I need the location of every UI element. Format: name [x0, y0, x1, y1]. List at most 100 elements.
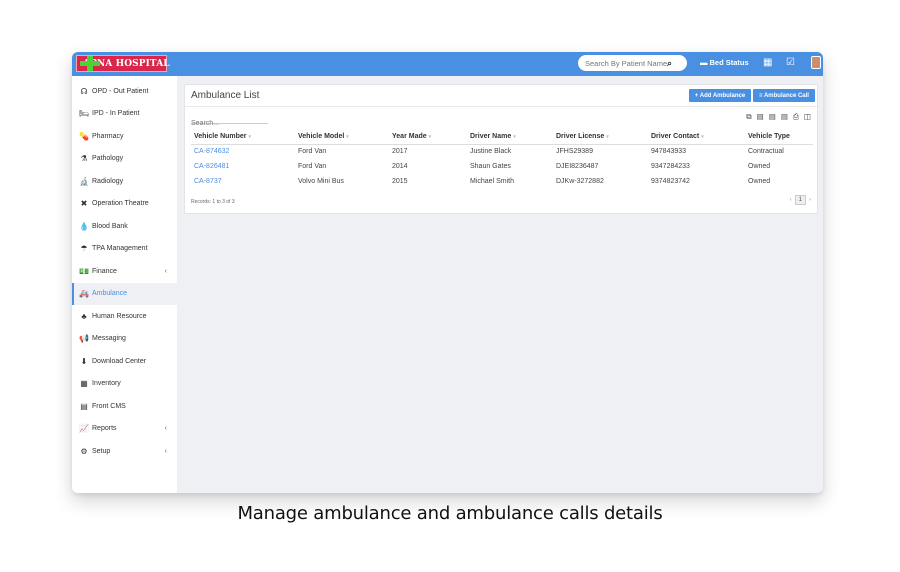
table-cell: 2015 [392, 178, 408, 185]
task-check-icon[interactable]: ☑ [786, 57, 795, 68]
download-icon: ⬇ [80, 356, 88, 366]
table-row: CA-874632 Ford Van 2017 Justine Black JFHS29… [191, 144, 813, 159]
pdf-icon[interactable]: ▤ [781, 112, 788, 122]
sidebar-item-download-center[interactable]: ⬇ Download Center [72, 350, 177, 373]
sort-icon[interactable]: ▾ [606, 134, 609, 140]
gears-icon: ⚙ [80, 446, 88, 456]
table-row: CA-8737 Volvo Mini Bus 2015 Michael Smith DJ… [191, 174, 813, 189]
calendar-icon[interactable]: ▦ [763, 57, 772, 68]
patient-search-input[interactable] [585, 58, 667, 68]
table-cell: DJEI8236487 [556, 163, 599, 170]
table-cell: Owned [748, 178, 771, 185]
prev-page-icon[interactable]: ‹ [790, 197, 792, 203]
sidebar-item-front-cms[interactable]: ▤ Front CMS [72, 395, 177, 418]
page-current[interactable]: 1 [794, 195, 806, 205]
sidebar-item-label: Operation Theatre [92, 200, 149, 208]
bed-status-label: Bed Status [709, 58, 749, 67]
sidebar-item-opd-out-patient[interactable]: ☊ OPD - Out Patient [72, 80, 177, 103]
sidebar-item-reports[interactable]: 📈 Reports ‹ [72, 418, 177, 441]
ambulance-call-button[interactable]: ≡ Ambulance Call [753, 89, 815, 102]
column-header[interactable]: Driver License ▾ [553, 129, 648, 145]
table-cell: Shaun Gates [470, 163, 511, 170]
sort-icon[interactable]: ▾ [429, 134, 432, 140]
chevron-left-icon: ‹ [164, 267, 167, 275]
table-cell: Ford Van [298, 163, 327, 170]
sidebar-item-pathology[interactable]: ⚗ Pathology [72, 148, 177, 171]
export-toolbar: ⧉ ▤ ▤ ▤ ⎙ ◫ [746, 112, 811, 122]
sidebar-item-radiology[interactable]: 🔬 Radiology [72, 170, 177, 193]
search-icon[interactable]: ⌕ [667, 58, 672, 69]
sidebar-item-label: Reports [92, 425, 117, 433]
column-header-label: Vehicle Number [194, 132, 247, 140]
sidebar-item-label: Finance [92, 267, 117, 275]
columns-icon[interactable]: ◫ [804, 112, 811, 122]
table-cell: Michael Smith [470, 178, 514, 185]
sidebar-item-pharmacy[interactable]: 💊 Pharmacy [72, 125, 177, 148]
table-cell: Owned [748, 163, 771, 170]
vehicle-number-link[interactable]: CA-874632 [191, 144, 295, 159]
sidebar-item-blood-bank[interactable]: 💧 Blood Bank [72, 215, 177, 238]
ambulance-table: Vehicle Number ▾ Vehicle Model ▾ Year Made ▾ D… [191, 129, 813, 189]
excel-icon[interactable]: ▤ [757, 112, 764, 122]
vehicle-number-link[interactable]: CA-826481 [191, 159, 295, 174]
sitemap-icon: ♣ [81, 311, 87, 321]
sidebar-item-ambulance[interactable]: 🚑 Ambulance [72, 282, 177, 305]
column-header-label: Vehicle Model [298, 132, 345, 140]
sidebar-item-human-resource[interactable]: ♣ Human Resource [72, 305, 177, 328]
sort-icon[interactable]: ▾ [346, 134, 349, 140]
vehicle-number-link[interactable]: CA-8737 [191, 174, 295, 189]
sidebar-item-label: Inventory [92, 380, 121, 388]
sidebar-item-operation-theatre[interactable]: ✖ Operation Theatre [72, 193, 177, 216]
table-search-input[interactable] [191, 120, 268, 127]
bed-status-link[interactable]: ▬ Bed Status [700, 58, 749, 67]
sidebar-item-ipd-in-patient[interactable]: 🛏 IPD - In Patient [72, 103, 177, 126]
column-header[interactable]: Vehicle Type [745, 129, 813, 145]
sidebar-item-label: OPD - Out Patient [92, 87, 149, 95]
chevron-left-icon: ‹ [164, 447, 167, 455]
sidebar-item-setup[interactable]: ⚙ Setup ‹ [72, 440, 177, 463]
sidebar-item-label: Blood Bank [92, 222, 128, 230]
table-row: CA-826481 Ford Van 2014 Shaun Gates DJEI8236… [191, 159, 813, 174]
megaphone-icon: 📢 [79, 334, 89, 344]
sort-icon[interactable]: ▾ [249, 134, 252, 140]
table-cell: Ford Van [298, 148, 327, 156]
blood-drop-icon: 💧 [79, 221, 89, 231]
hospital-logo[interactable]: APNA HOSPITAL [76, 55, 170, 72]
csv-icon[interactable]: ▤ [769, 112, 776, 122]
sidebar-item-label: TPA Management [92, 245, 148, 253]
column-header-label: Driver License [556, 132, 605, 140]
cms-icon: ▤ [80, 401, 88, 411]
avatar[interactable] [811, 56, 821, 69]
next-page-icon[interactable]: › [809, 197, 811, 203]
caption: Manage ambulance and ambulance calls det… [237, 503, 663, 524]
ambulance-list-panel: Ambulance List + Add Ambulance ≡ Ambulan… [184, 84, 818, 214]
truck-loading-icon: ▦ [80, 379, 88, 389]
sidebar-item-label: Setup [92, 447, 111, 455]
print-icon[interactable]: ⎙ [793, 112, 799, 122]
column-header[interactable]: Driver Name ▾ [467, 129, 553, 145]
table-cell: 2017 [392, 148, 408, 156]
money-icon: 💵 [79, 266, 89, 276]
sidebar-item-label: Ambulance [92, 290, 128, 298]
table-cell: Volvo Mini Bus [298, 178, 344, 185]
column-header[interactable]: Vehicle Model ▾ [295, 129, 389, 145]
sort-icon[interactable]: ▾ [513, 134, 516, 140]
table-cell: 9347284233 [651, 163, 690, 170]
column-header[interactable]: Driver Contact ▾ [648, 129, 745, 145]
column-header[interactable]: Year Made ▾ [389, 129, 467, 145]
copy-icon[interactable]: ⧉ [746, 112, 751, 122]
sidebar: ☊ OPD - Out Patient 🛏 IPD - In Patient 💊 Phar… [72, 76, 177, 493]
sidebar-item-inventory[interactable]: ▦ Inventory [72, 373, 177, 396]
column-header-label: Year Made [392, 132, 427, 140]
table-search [191, 112, 268, 127]
sidebar-item-label: Human Resource [92, 312, 147, 320]
sidebar-item-messaging[interactable]: 📢 Messaging [72, 328, 177, 351]
column-header[interactable]: Vehicle Number ▾ [191, 129, 295, 145]
table-cell: 9374823742 [651, 178, 690, 185]
add-ambulance-button[interactable]: + Add Ambulance [689, 89, 751, 102]
sidebar-item-tpa-management[interactable]: ☂ TPA Management [72, 238, 177, 261]
sort-icon[interactable]: ▾ [701, 134, 704, 140]
table-cell: Contractual [748, 148, 784, 156]
sidebar-item-finance[interactable]: 💵 Finance ‹ [72, 260, 177, 283]
sidebar-item-label: Messaging [92, 335, 126, 343]
